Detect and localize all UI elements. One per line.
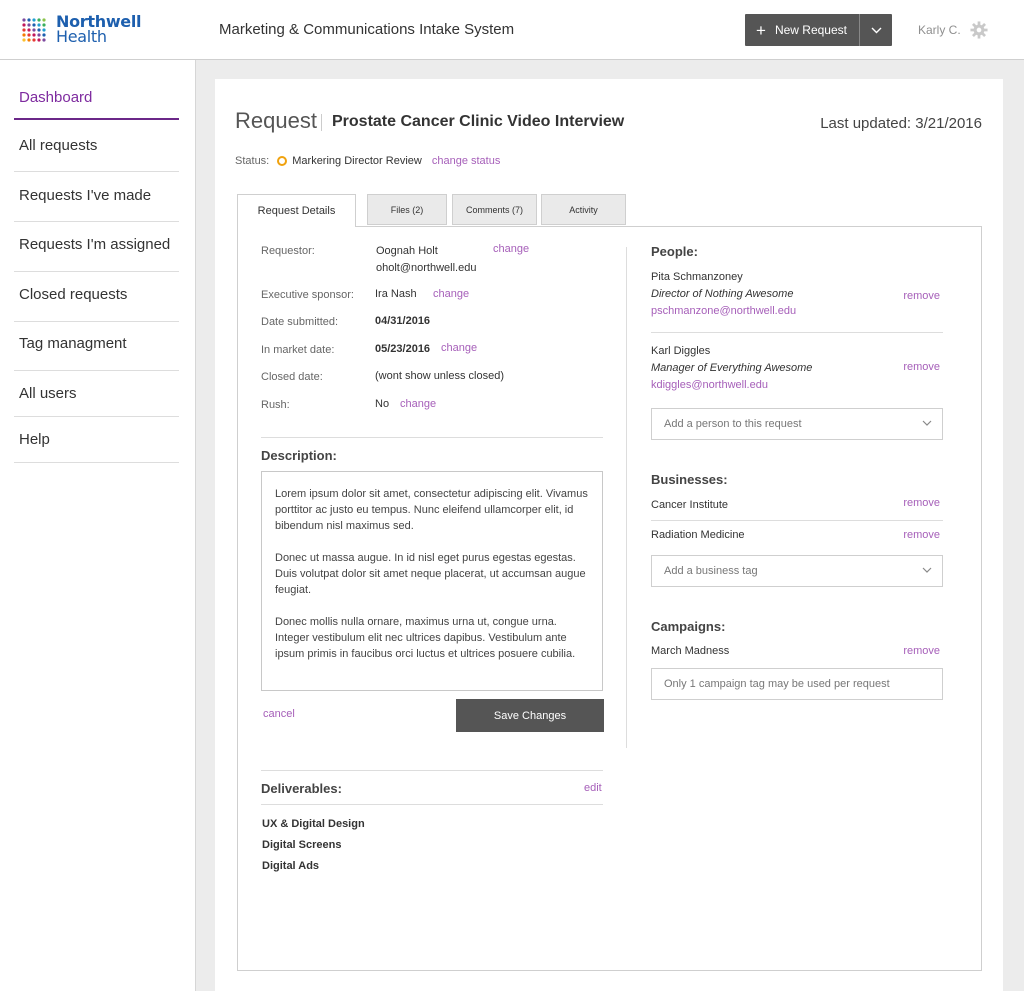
person-title: Director of Nothing Awesome	[651, 288, 794, 300]
column-divider	[626, 247, 627, 748]
chevron-down-icon	[871, 27, 881, 33]
new-request-split-button: + New Request	[745, 14, 892, 46]
campaigns-heading: Campaigns:	[651, 619, 726, 634]
remove-business-button[interactable]: remove	[903, 497, 940, 509]
description-paragraph: Lorem ipsum dolor sit amet, consectetur …	[275, 488, 588, 532]
nav-requests-assigned[interactable]: Requests I'm assigned	[14, 236, 179, 272]
submitted-label: Date submitted:	[261, 316, 339, 328]
change-requestor-link[interactable]: change	[493, 243, 529, 255]
divider	[261, 770, 603, 771]
chevron-down-icon	[922, 420, 932, 426]
status-value: Markering Director Review	[292, 155, 422, 167]
northwell-logo[interactable]: Northwell Health	[20, 14, 142, 47]
closed-date-label: Closed date:	[261, 371, 323, 383]
campaign-tag: March Madness	[651, 645, 730, 657]
edit-deliverables-link[interactable]: edit	[584, 782, 602, 794]
market-date-value: 05/23/2016	[375, 343, 431, 355]
description-paragraph: Donec ut massa augue. In id nisl eget pu…	[275, 552, 586, 596]
submitted-value: 04/31/2016	[375, 315, 431, 327]
tab-comments[interactable]: Comments (7)	[452, 194, 537, 225]
new-request-dropdown-button[interactable]	[860, 14, 892, 46]
requestor-label: Requestor:	[261, 245, 315, 257]
status-circle-icon	[277, 156, 288, 166]
nav-help[interactable]: Help	[14, 431, 179, 463]
add-person-select[interactable]: Add a person to this request	[651, 408, 943, 440]
business-tag: Cancer Institute	[651, 499, 729, 511]
request-details-panel: Requestor: Oognah Holt oholt@northwell.e…	[237, 226, 982, 971]
person-name: Pita Schmanzoney	[651, 271, 743, 283]
divider	[261, 437, 603, 438]
divider	[261, 804, 603, 805]
sponsor-value: Ira Nash	[375, 288, 417, 300]
nav-all-requests[interactable]: All requests	[14, 137, 179, 172]
person-email[interactable]: pschmanzone@northwell.edu	[651, 305, 796, 317]
change-rush-link[interactable]: change	[400, 398, 436, 410]
add-business-placeholder: Add a business tag	[664, 565, 758, 577]
tab-request-details[interactable]: Request Details	[237, 194, 356, 227]
divider	[651, 520, 943, 521]
status-label: Status:	[235, 155, 270, 167]
market-date-label: In market date:	[261, 344, 335, 356]
nav-closed-requests[interactable]: Closed requests	[14, 286, 179, 322]
change-market-date-link[interactable]: change	[441, 342, 477, 354]
person-email[interactable]: kdiggles@northwell.edu	[651, 379, 768, 391]
deliverable-item: Digital Ads	[262, 860, 320, 872]
rush-label: Rush:	[261, 399, 290, 411]
remove-business-button[interactable]: remove	[903, 529, 940, 541]
change-status-link[interactable]: change status	[432, 155, 501, 167]
change-sponsor-link[interactable]: change	[433, 288, 469, 300]
logo-line-2: Health	[56, 27, 107, 46]
sidebar: Dashboard All requests Requests I've mad…	[0, 60, 196, 991]
campaign-note-field: Only 1 campaign tag may be used per requ…	[651, 668, 943, 700]
closed-date-value: (wont show unless closed)	[375, 370, 505, 382]
tab-activity[interactable]: Activity	[541, 194, 626, 225]
add-business-select[interactable]: Add a business tag	[651, 555, 943, 587]
description-textarea[interactable]: Lorem ipsum dolor sit amet, consectetur …	[261, 471, 603, 691]
divider	[651, 332, 943, 333]
nav-requests-made[interactable]: Requests I've made	[14, 187, 179, 222]
person-name: Karl Diggles	[651, 345, 711, 357]
requestor-name: Oognah Holt	[376, 245, 438, 257]
top-bar: Northwell Health Marketing & Communicati…	[0, 0, 1024, 60]
plus-icon: +	[756, 20, 766, 40]
description-heading: Description:	[261, 448, 337, 463]
gear-icon[interactable]	[970, 21, 988, 39]
save-changes-button[interactable]: Save Changes	[456, 699, 604, 732]
tab-files[interactable]: Files (2)	[367, 194, 447, 225]
cancel-link[interactable]: cancel	[263, 708, 295, 720]
last-updated: Last updated: 3/21/2016	[820, 115, 982, 132]
nav-dashboard[interactable]: Dashboard	[14, 89, 179, 120]
remove-person-button[interactable]: remove	[903, 361, 940, 373]
remove-person-button[interactable]: remove	[903, 290, 940, 302]
logo-wordmark: Northwell Health	[56, 14, 142, 46]
sponsor-label: Executive sponsor:	[261, 289, 354, 301]
deliverable-item: UX & Digital Design	[262, 818, 365, 830]
nav-tag-management[interactable]: Tag managment	[14, 335, 179, 371]
person-title: Manager of Everything Awesome	[651, 362, 813, 374]
new-request-label: New Request	[774, 23, 847, 37]
request-card: Request Prostate Cancer Clinic Video Int…	[215, 79, 1003, 991]
business-tag: Radiation Medicine	[651, 529, 745, 541]
user-name[interactable]: Karly C.	[918, 23, 961, 37]
logo-mark-icon	[22, 18, 46, 42]
deliverable-item: Digital Screens	[262, 839, 342, 851]
title-divider	[321, 114, 322, 131]
chevron-down-icon	[922, 567, 932, 573]
nav-all-users[interactable]: All users	[14, 385, 179, 417]
request-title: Prostate Cancer Clinic Video Interview	[332, 113, 625, 130]
people-heading: People:	[651, 244, 698, 259]
deliverables-heading: Deliverables:	[261, 781, 342, 796]
businesses-heading: Businesses:	[651, 472, 728, 487]
campaign-note: Only 1 campaign tag may be used per requ…	[664, 678, 890, 690]
description-paragraph: Donec mollis nulla ornare, maximus urna …	[275, 616, 576, 660]
remove-campaign-button[interactable]: remove	[903, 645, 940, 657]
status-row: Status: Markering Director Review change…	[235, 155, 500, 167]
app-title: Marketing & Communications Intake System	[219, 21, 515, 38]
requestor-email: oholt@northwell.edu	[376, 262, 477, 274]
add-person-placeholder: Add a person to this request	[664, 418, 802, 430]
new-request-button[interactable]: + New Request	[745, 14, 860, 46]
request-label: Request	[235, 108, 317, 133]
rush-value: No	[375, 398, 390, 410]
